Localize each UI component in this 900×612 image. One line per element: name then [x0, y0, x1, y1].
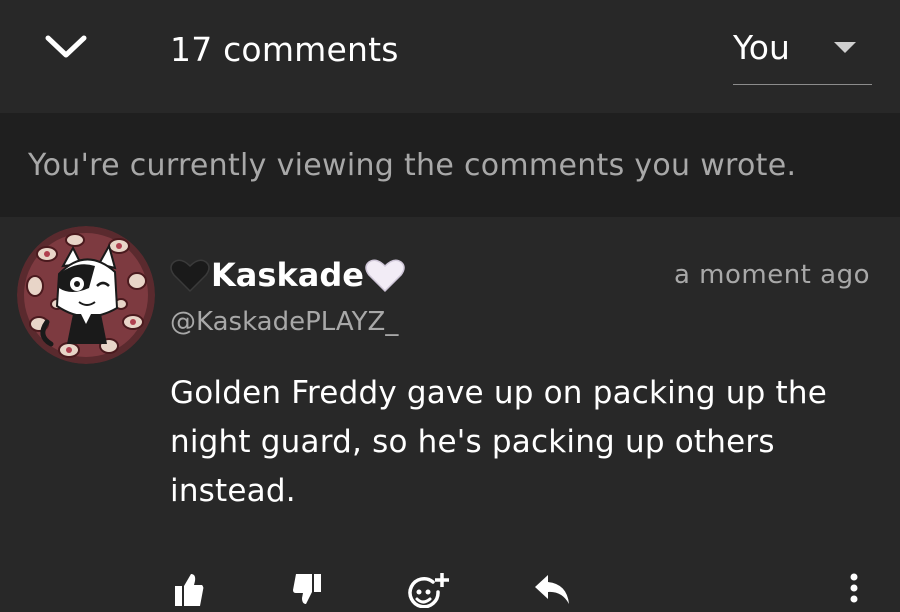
- black-heart-icon: [170, 259, 210, 293]
- add-emoji-icon: [408, 573, 449, 608]
- comments-header: 17 comments You: [0, 0, 900, 113]
- chevron-down-icon: [45, 35, 87, 58]
- like-button[interactable]: [166, 572, 210, 612]
- collapse-button[interactable]: [38, 27, 94, 67]
- filter-notice-text: You're currently viewing the comments yo…: [28, 148, 797, 183]
- reply-button[interactable]: [530, 572, 574, 612]
- comment-text: Golden Freddy gave up on packing up the …: [170, 375, 828, 509]
- like-icon: [175, 574, 204, 606]
- reply-icon: [535, 575, 569, 604]
- comment-item: Kaskade @KaskadePLAYZ_ a moment ago Gold…: [0, 217, 900, 608]
- filter-selected-value: You: [733, 28, 790, 67]
- more-options-icon: [850, 573, 858, 603]
- author-name: Kaskade: [211, 256, 364, 294]
- comment-author[interactable]: Kaskade: [170, 255, 405, 295]
- comment-actions: [0, 572, 900, 608]
- add-reaction-button[interactable]: [408, 572, 452, 612]
- avatar[interactable]: [17, 226, 155, 364]
- white-heart-icon: [365, 259, 405, 293]
- filter-notice-banner: You're currently viewing the comments yo…: [0, 113, 900, 217]
- comment-count: 17 comments: [170, 30, 399, 69]
- author-handle[interactable]: @KaskadePLAYZ_: [170, 305, 398, 339]
- comment-filter-dropdown[interactable]: You: [733, 22, 872, 85]
- dislike-button[interactable]: [286, 572, 330, 612]
- more-options-button[interactable]: [832, 572, 876, 612]
- comment-timestamp: a moment ago: [673, 260, 870, 290]
- dislike-icon: [293, 574, 321, 604]
- caret-down-icon: [834, 42, 856, 53]
